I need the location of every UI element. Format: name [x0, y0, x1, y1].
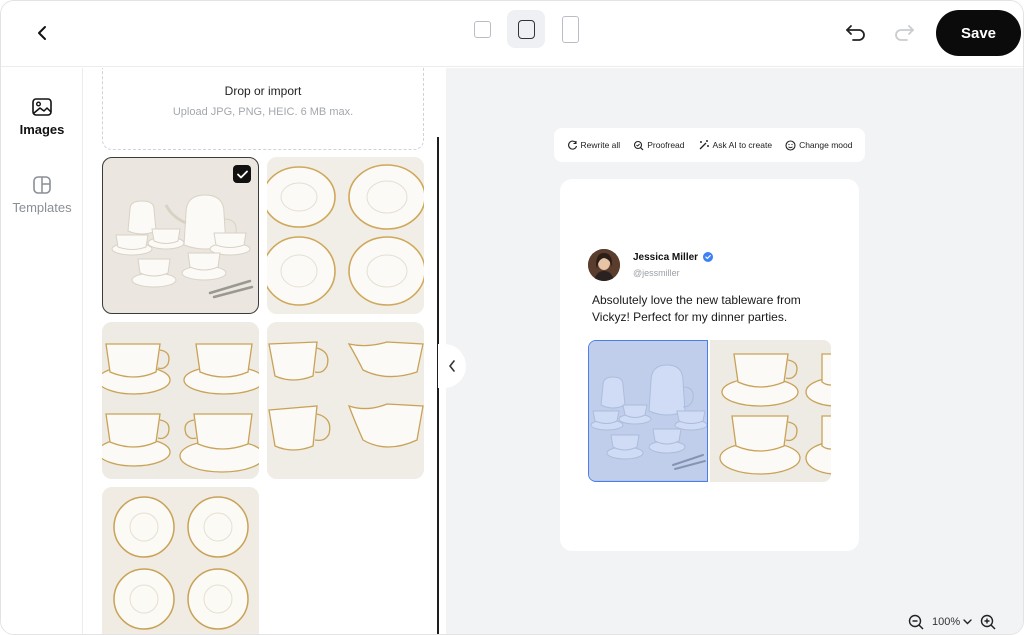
- avatar: [588, 249, 620, 281]
- proofread-label: Proofread: [647, 140, 685, 150]
- gallery-image-cream-pitchers[interactable]: [267, 322, 424, 479]
- app-window: Save Images Templates Drop or import Upl…: [0, 0, 1024, 635]
- chevron-down-icon: [963, 619, 972, 625]
- checkmark-icon: [236, 170, 248, 178]
- cups-photo: [102, 322, 259, 479]
- saucers-photo: [267, 157, 424, 314]
- save-button[interactable]: Save: [936, 10, 1021, 56]
- ask-ai-label: Ask AI to create: [712, 140, 773, 150]
- template-icon: [33, 176, 51, 194]
- post-image-cups[interactable]: [710, 340, 831, 482]
- sidebar: Images Templates: [1, 68, 83, 634]
- smiley-icon: [785, 139, 796, 151]
- cups-photo: [710, 340, 831, 482]
- upload-dropzone[interactable]: Drop or import Upload JPG, PNG, HEIC. 6 …: [102, 68, 424, 150]
- zoom-controls: 100%: [906, 611, 998, 633]
- zoom-in-icon: [980, 614, 996, 630]
- pitchers-photo: [267, 322, 424, 479]
- author-handle: @jessmiller: [633, 268, 680, 278]
- image-gallery-panel: Drop or import Upload JPG, PNG, HEIC. 6 …: [84, 68, 438, 634]
- change-mood-label: Change mood: [799, 140, 853, 150]
- rewrite-icon: [567, 140, 577, 150]
- social-post-card: Jessica Miller @jessmiller Absolutely lo…: [560, 179, 859, 551]
- ratio-rounded-square-button[interactable]: [507, 10, 545, 48]
- zoom-out-icon: [908, 614, 924, 630]
- zoom-level-dropdown[interactable]: 100%: [932, 616, 972, 628]
- verified-badge-icon: [703, 252, 713, 262]
- zoom-out-button[interactable]: [906, 612, 926, 632]
- proofread-icon: [634, 140, 644, 150]
- ai-tools-bar: Rewrite all Proofread Ask AI to create C…: [554, 128, 865, 162]
- top-toolbar: Save: [1, 1, 1023, 67]
- zoom-in-button[interactable]: [978, 612, 998, 632]
- portrait-ratio-icon: [561, 15, 579, 43]
- back-button[interactable]: [25, 17, 59, 49]
- dropzone-subtitle: Upload JPG, PNG, HEIC. 6 MB max.: [172, 106, 354, 118]
- selected-check-badge: [233, 165, 251, 183]
- tea-set-photo: [589, 341, 707, 480]
- author-name: Jessica Miller: [633, 252, 699, 263]
- post-image-tea-set[interactable]: [588, 340, 708, 482]
- sidebar-item-label: Templates: [12, 200, 72, 215]
- magic-wand-icon: [699, 140, 709, 150]
- aspect-ratio-selector: [463, 9, 589, 49]
- redo-button[interactable]: [889, 18, 919, 48]
- chevron-left-icon: [449, 360, 455, 372]
- proofread-button[interactable]: Proofread: [633, 140, 685, 151]
- saucers-top-photo: [102, 487, 259, 634]
- sidebar-item-templates[interactable]: Templates: [1, 176, 83, 215]
- rewrite-all-label: Rewrite all: [580, 140, 621, 150]
- avatar-photo: [588, 249, 620, 281]
- ratio-square-button[interactable]: [463, 10, 501, 48]
- post-text[interactable]: Absolutely love the new tableware from V…: [592, 292, 832, 326]
- sidebar-item-images[interactable]: Images: [1, 98, 83, 137]
- chevron-left-icon: [38, 26, 46, 40]
- redo-icon: [895, 25, 914, 41]
- zoom-level-value: 100%: [932, 616, 961, 628]
- rewrite-all-button[interactable]: Rewrite all: [567, 140, 621, 151]
- undo-button[interactable]: [841, 18, 871, 48]
- gallery-image-saucers[interactable]: [267, 157, 424, 314]
- ask-ai-button[interactable]: Ask AI to create: [698, 139, 773, 151]
- square-ratio-icon: [473, 20, 491, 38]
- ratio-portrait-button[interactable]: [551, 10, 589, 48]
- rounded-square-ratio-icon: [517, 19, 535, 39]
- undo-icon: [846, 25, 865, 41]
- gallery-image-saucers-top-view[interactable]: [102, 487, 259, 634]
- gallery-image-cups-and-saucers[interactable]: [102, 322, 259, 479]
- dropzone-title: Drop or import: [224, 84, 302, 98]
- gallery-image-tea-set[interactable]: [102, 157, 259, 314]
- image-icon: [32, 98, 52, 116]
- sidebar-item-label: Images: [19, 122, 65, 137]
- change-mood-button[interactable]: Change mood: [785, 139, 853, 151]
